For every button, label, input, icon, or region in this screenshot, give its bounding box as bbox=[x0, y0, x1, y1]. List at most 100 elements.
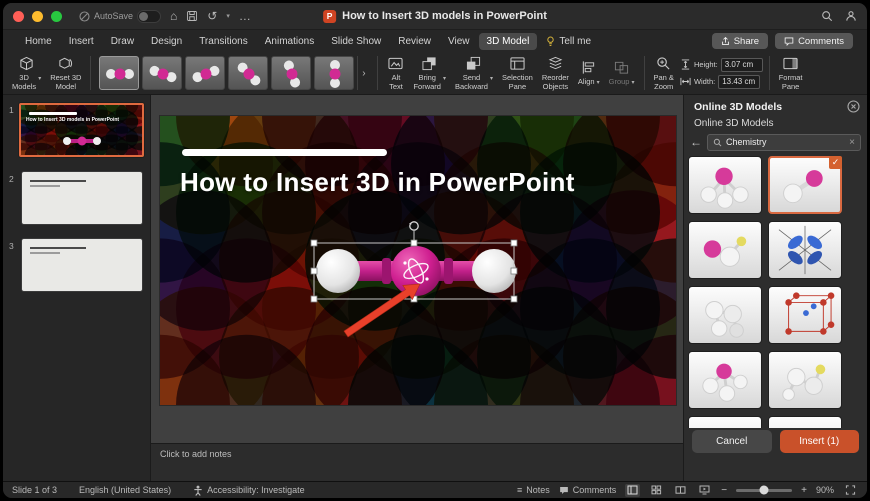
send-backward-button[interactable]: Send Backward ▾ bbox=[452, 54, 496, 93]
alt-text-button[interactable]: Alt Text bbox=[384, 54, 407, 93]
model-card[interactable] bbox=[688, 156, 762, 214]
more-commands-icon[interactable]: … bbox=[239, 10, 251, 22]
fit-slide-to-window-button[interactable] bbox=[843, 484, 858, 497]
3d-model-view-thumbnail[interactable] bbox=[271, 56, 312, 90]
undo-chevron-down-icon[interactable]: ▾ bbox=[226, 12, 230, 20]
3d-model-view-thumbnail[interactable] bbox=[142, 56, 183, 90]
search-icon[interactable] bbox=[821, 10, 833, 22]
tab-tell-me-label: Tell me bbox=[559, 35, 592, 47]
width-input[interactable] bbox=[718, 74, 761, 89]
bring-forward-label: Bring Forward bbox=[413, 72, 441, 91]
reset-3d-model-button[interactable]: Reset 3D Model bbox=[47, 54, 84, 93]
tab-transitions[interactable]: Transitions bbox=[191, 33, 256, 50]
close-window-button[interactable] bbox=[13, 10, 24, 22]
model-card[interactable] bbox=[768, 351, 842, 409]
slide-counter: Slide 1 of 3 bbox=[12, 485, 58, 495]
3d-model-view-thumbnail[interactable] bbox=[99, 56, 140, 90]
share-button[interactable]: Share bbox=[711, 33, 769, 49]
ribbon-separator bbox=[90, 56, 92, 90]
tab-insert[interactable]: Insert bbox=[61, 33, 102, 50]
notes-toggle[interactable]: ≡ Notes bbox=[517, 485, 550, 495]
ribbon-separator bbox=[377, 56, 379, 90]
normal-view-button[interactable] bbox=[625, 483, 641, 497]
slide-thumbnail-panel: 1 How to Insert 3D models in PowerPoint … bbox=[3, 95, 150, 481]
rotation-handle[interactable] bbox=[409, 221, 419, 231]
tab-slide-show[interactable]: Slide Show bbox=[323, 33, 389, 50]
model-card[interactable] bbox=[768, 286, 842, 344]
save-icon[interactable] bbox=[186, 10, 198, 22]
slide-thumbnail-1[interactable]: How to Insert 3D models in PowerPoint bbox=[19, 103, 144, 157]
model-card[interactable] bbox=[688, 416, 762, 428]
3d-model-view-thumbnail[interactable] bbox=[314, 56, 355, 90]
slide-thumbnail-2[interactable] bbox=[22, 172, 142, 224]
zoom-in-button[interactable]: + bbox=[801, 485, 807, 496]
close-panel-icon[interactable] bbox=[847, 100, 860, 118]
bring-forward-icon bbox=[422, 56, 436, 70]
account-icon[interactable] bbox=[845, 10, 857, 22]
group-button[interactable]: Group ▾ bbox=[606, 58, 638, 88]
pan-zoom-button[interactable]: Pan & Zoom bbox=[651, 54, 677, 93]
comments-button[interactable]: Comments bbox=[775, 33, 853, 49]
slide-thumbnail-3[interactable] bbox=[22, 239, 142, 291]
zoom-out-button[interactable]: − bbox=[721, 485, 727, 496]
tab-design[interactable]: Design bbox=[143, 33, 190, 50]
placeholder-line bbox=[30, 180, 86, 182]
search-icon bbox=[713, 138, 722, 146]
window-controls bbox=[13, 10, 62, 22]
format-pane-button[interactable]: Format Pane bbox=[776, 54, 806, 93]
3d-models-button[interactable]: 3D Models ▾ bbox=[9, 54, 44, 93]
tab-home[interactable]: Home bbox=[17, 33, 60, 50]
slide-editing-surface[interactable]: How to Insert 3D in PowerPoint bbox=[160, 116, 676, 405]
tab-review[interactable]: Review bbox=[390, 33, 439, 50]
3d-molecule-object[interactable] bbox=[160, 116, 676, 405]
align-label: Align bbox=[577, 77, 595, 86]
zoom-slider[interactable] bbox=[736, 485, 793, 495]
slideshow-view-button[interactable] bbox=[697, 484, 712, 497]
chevron-down-icon: ▾ bbox=[631, 80, 635, 86]
3d-cube-icon bbox=[20, 56, 33, 70]
thumbnail-molecule bbox=[62, 136, 101, 145]
3d-model-view-thumbnail[interactable] bbox=[185, 56, 226, 90]
model-card-selected[interactable]: ✓ bbox=[768, 156, 842, 214]
model-card[interactable] bbox=[768, 221, 842, 279]
bring-forward-button[interactable]: Bring Forward ▾ bbox=[410, 54, 449, 93]
undo-icon[interactable]: ↺ bbox=[207, 10, 217, 22]
model-card[interactable] bbox=[688, 286, 762, 344]
format-pane-label: Format Pane bbox=[778, 72, 803, 91]
back-icon[interactable]: ← bbox=[690, 135, 702, 149]
reorder-objects-button[interactable]: Reorder Objects bbox=[539, 54, 572, 93]
zoom-slider-knob[interactable] bbox=[759, 485, 769, 495]
selection-pane-button[interactable]: Selection Pane bbox=[499, 54, 536, 93]
accessibility-status[interactable]: Accessibility: Investigate bbox=[193, 485, 305, 496]
autosave-control[interactable]: AutoSave bbox=[79, 9, 162, 23]
model-card[interactable] bbox=[768, 416, 842, 428]
3d-model-view-thumbnail[interactable] bbox=[228, 56, 269, 90]
zoom-level[interactable]: 90% bbox=[816, 485, 834, 495]
clear-search-icon[interactable]: × bbox=[849, 137, 855, 148]
search-input[interactable] bbox=[726, 137, 846, 147]
align-button[interactable]: Align ▾ bbox=[575, 58, 603, 88]
tab-animations[interactable]: Animations bbox=[257, 33, 322, 50]
search-box[interactable]: × bbox=[707, 133, 861, 151]
zoom-window-button[interactable] bbox=[51, 10, 62, 22]
tab-3d-model[interactable]: 3D Model bbox=[478, 32, 538, 50]
notes-pane[interactable]: Click to add notes bbox=[151, 443, 683, 481]
tab-view[interactable]: View bbox=[440, 33, 478, 50]
model-card[interactable] bbox=[688, 221, 762, 279]
height-input[interactable] bbox=[720, 57, 763, 72]
autosave-toggle[interactable] bbox=[137, 9, 162, 23]
tab-draw[interactable]: Draw bbox=[103, 33, 142, 50]
reading-view-button[interactable] bbox=[673, 484, 688, 497]
format-pane-icon bbox=[783, 57, 798, 69]
language-selector[interactable]: English (United States) bbox=[79, 485, 171, 495]
tab-tell-me[interactable]: Tell me bbox=[538, 33, 599, 50]
insert-button[interactable]: Insert (1) bbox=[779, 430, 859, 453]
minimize-window-button[interactable] bbox=[32, 10, 43, 22]
gallery-scroll-more-button[interactable]: › bbox=[357, 56, 369, 90]
model-card[interactable] bbox=[688, 351, 762, 409]
cancel-button[interactable]: Cancel bbox=[692, 430, 772, 453]
home-icon[interactable]: ⌂ bbox=[170, 10, 177, 22]
slide-sorter-view-button[interactable] bbox=[649, 484, 664, 497]
powerpoint-window: AutoSave ⌂ ↺ ▾ … P How to Insert 3D mode… bbox=[3, 3, 867, 498]
comments-toggle[interactable]: Comments bbox=[559, 485, 616, 495]
